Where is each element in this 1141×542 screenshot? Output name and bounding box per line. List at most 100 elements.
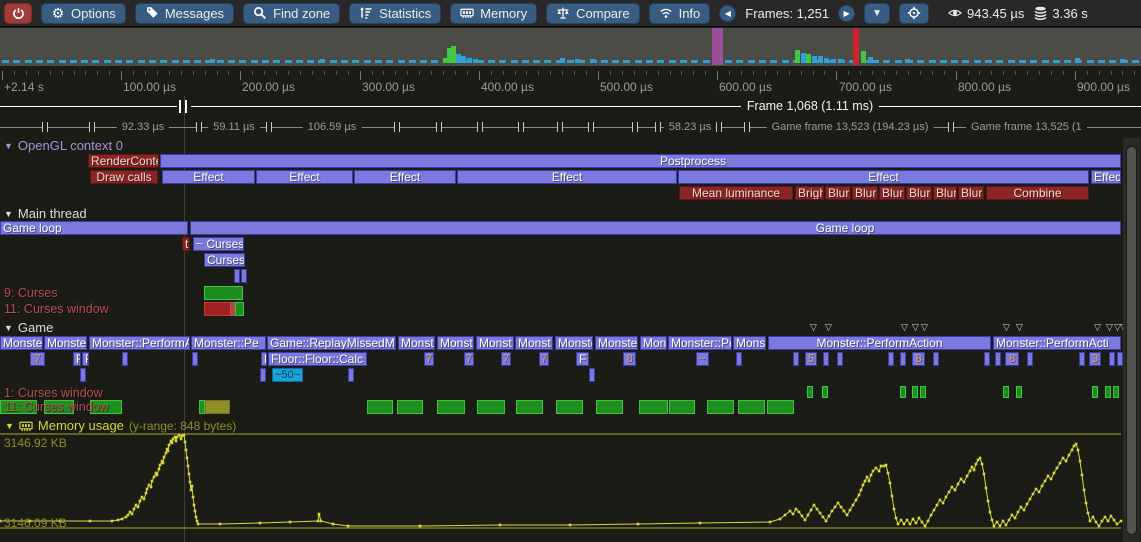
zone-bar[interactable]: Blur <box>933 186 957 200</box>
zone-bar[interactable]: 3 <box>1089 352 1101 366</box>
zone-bar[interactable]: Effect <box>457 170 677 184</box>
overview-frame-bar[interactable] <box>868 57 873 63</box>
overview-frame-bar[interactable] <box>320 59 325 63</box>
info-button[interactable]: Info <box>649 3 711 24</box>
zone-bar[interactable]: Blur <box>825 186 851 200</box>
lock-event-bar[interactable] <box>1003 386 1009 398</box>
zone-bar[interactable]: Monste <box>0 336 43 350</box>
lock-event-bar[interactable] <box>596 400 623 414</box>
message-marker-icon[interactable]: ▽ <box>1106 323 1113 332</box>
lock-event-bar[interactable] <box>397 400 423 414</box>
lock-event-bar[interactable] <box>205 400 230 414</box>
zone-bar[interactable] <box>793 352 799 366</box>
zone-bar[interactable]: 8 <box>1005 352 1019 366</box>
zone-bar[interactable]: Blur <box>958 186 984 200</box>
zone-bar[interactable] <box>192 352 198 366</box>
zone-bar[interactable]: Blur <box>852 186 878 200</box>
overview-frame-bar[interactable] <box>560 58 565 63</box>
zone-bar[interactable]: F <box>73 352 81 366</box>
zone-bar[interactable] <box>160 154 1121 168</box>
collapse-arrow-icon[interactable]: ▼ <box>4 209 13 219</box>
lock-event-bar[interactable] <box>204 286 243 300</box>
lock-event-bar[interactable] <box>556 400 583 414</box>
overview-frame-bar[interactable] <box>853 28 859 65</box>
lock-event-bar[interactable] <box>767 400 794 414</box>
overview-frame-bar[interactable] <box>831 59 836 63</box>
zone-bar[interactable]: Draw calls <box>90 170 158 184</box>
memory-usage-plot[interactable] <box>0 430 1141 542</box>
zone-bar[interactable]: 7 <box>464 352 474 366</box>
lock-event-bar[interactable] <box>477 400 505 414</box>
lock-event-bar[interactable] <box>1016 386 1022 398</box>
overview-frame-bar[interactable] <box>712 28 723 65</box>
frame-separator-label[interactable]: 58.23 µs <box>664 120 716 135</box>
frame-separator-label[interactable]: Game frame 13,523 (194.23 µs) <box>767 120 934 135</box>
lock-event-bar[interactable] <box>912 386 918 398</box>
zone-bar[interactable]: ~ <box>696 352 709 366</box>
message-marker-icon[interactable]: ▽ <box>912 323 919 332</box>
overview-frame-bar[interactable] <box>905 59 910 63</box>
zone-bar[interactable]: Combine <box>986 186 1089 200</box>
zone-bar[interactable]: Effect <box>1091 170 1121 184</box>
overview-frame-bar[interactable] <box>1075 58 1080 63</box>
overview-frame-bar[interactable] <box>806 54 811 63</box>
zone-bar[interactable]: Mean luminance <box>679 186 793 200</box>
overview-frame-bar[interactable] <box>210 59 215 63</box>
next-frame-button[interactable]: ▶ <box>838 5 855 22</box>
zone-bar[interactable]: RenderConte <box>88 154 159 168</box>
message-marker-icon[interactable]: ▽ <box>901 323 908 332</box>
frame-separator-mark[interactable] <box>716 122 722 132</box>
frame-title[interactable]: Frame 1,068 (1.11 ms) <box>741 99 879 113</box>
zone-bar[interactable]: 8 <box>623 352 636 366</box>
zone-bar[interactable]: Effect <box>354 170 456 184</box>
power-button[interactable] <box>4 3 32 24</box>
find-zone-button[interactable]: Find zone <box>243 3 340 24</box>
lock-event-bar[interactable] <box>707 400 734 414</box>
message-marker-icon[interactable]: ▽ <box>1016 323 1023 332</box>
zone-bar[interactable]: F <box>82 352 89 366</box>
zone-bar[interactable]: Monster::PerformAction <box>768 336 991 350</box>
zone-bar[interactable]: F <box>261 352 267 366</box>
zone-bar[interactable] <box>1109 352 1115 366</box>
overview-frame-bar[interactable] <box>824 58 829 63</box>
zone-bar[interactable]: Monster::Pe <box>191 336 266 350</box>
frame-extent-line[interactable] <box>0 106 1141 107</box>
zone-bar[interactable] <box>190 221 1121 235</box>
frame-separator-label[interactable]: 106.59 µs <box>303 120 362 135</box>
overview-frame-bar[interactable] <box>1120 59 1125 63</box>
message-marker-icon[interactable]: ▽ <box>1003 323 1010 332</box>
options-button[interactable]: ⚙Options <box>41 3 126 24</box>
zone-bar[interactable]: 5 <box>805 352 817 366</box>
frame-separator-mark[interactable] <box>518 122 524 132</box>
zone-bar[interactable]: Effect <box>256 170 353 184</box>
zone-bar[interactable] <box>348 368 354 382</box>
frame-separator-label[interactable]: 59.11 µs <box>208 120 260 135</box>
lock-event-bar[interactable] <box>822 386 828 398</box>
zone-bar[interactable]: Blur <box>906 186 932 200</box>
frame-separator-mark[interactable] <box>196 122 202 132</box>
scrollbar-thumb[interactable] <box>1126 146 1137 535</box>
zone-bar[interactable] <box>984 352 990 366</box>
zone-bar[interactable]: Monst <box>437 336 474 350</box>
lock-event-bar[interactable] <box>807 386 813 398</box>
lock-event-bar[interactable] <box>738 400 765 414</box>
zone-bar[interactable] <box>241 269 247 283</box>
zone-bar[interactable] <box>1027 352 1033 366</box>
frame-separator-mark[interactable] <box>42 122 48 132</box>
zone-bar[interactable]: Mons <box>640 336 667 350</box>
lock-event-bar[interactable] <box>516 400 543 414</box>
zone-bar[interactable] <box>900 352 906 366</box>
zone-bar[interactable]: Monst <box>476 336 514 350</box>
zone-bar[interactable]: 7 <box>30 352 45 366</box>
messages-button[interactable]: Messages <box>135 3 234 24</box>
zone-bar[interactable]: 7 <box>501 352 511 366</box>
lock-event-bar[interactable] <box>639 400 668 414</box>
zone-bar[interactable]: Monste <box>595 336 638 350</box>
lock-event-bar[interactable] <box>669 400 695 414</box>
zone-bar[interactable] <box>736 352 742 366</box>
zone-bar[interactable]: Floor::Floor::Calc <box>268 352 367 366</box>
zone-bar[interactable]: 8 <box>912 352 925 366</box>
zone-bar[interactable] <box>260 368 266 382</box>
zone-bar[interactable]: Blur <box>879 186 905 200</box>
message-marker-icon[interactable]: ▽ <box>921 323 928 332</box>
